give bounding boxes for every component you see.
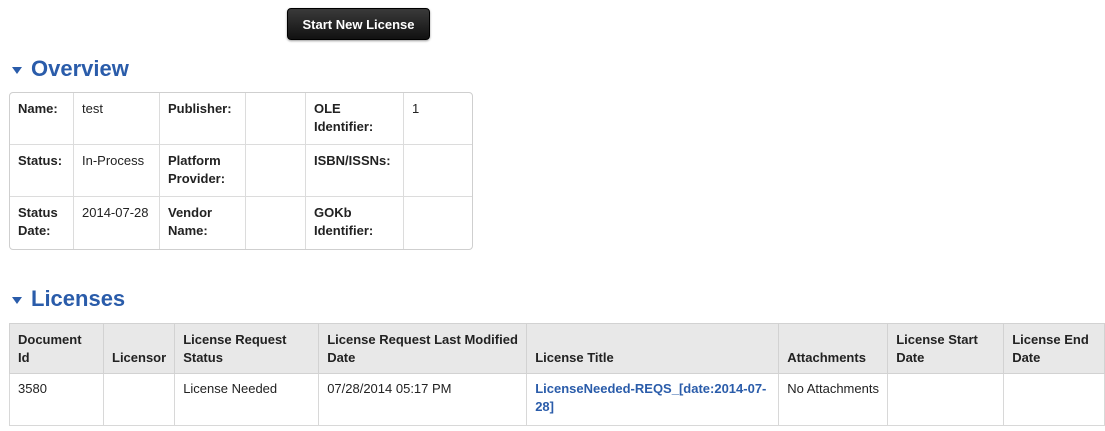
caret-down-icon bbox=[12, 66, 22, 74]
table-row: 3580 License Needed 07/28/2014 05:17 PM … bbox=[9, 373, 1105, 426]
licenses-title: Licenses bbox=[31, 286, 126, 311]
cell-license-start-date bbox=[887, 373, 1005, 426]
cell-document-id: 3580 bbox=[9, 373, 104, 426]
vendor-name-value bbox=[246, 197, 306, 249]
overview-row: Status Date: 2014-07-28 Vendor Name: GOK… bbox=[10, 197, 472, 249]
name-value: test bbox=[74, 93, 160, 145]
col-license-start-date[interactable]: License Start Date bbox=[887, 323, 1005, 374]
status-date-value: 2014-07-28 bbox=[74, 197, 160, 249]
col-license-request-last-modified[interactable]: License Request Last Modified Date bbox=[318, 323, 528, 374]
license-title-link[interactable]: LicenseNeeded-REQS_[date:2014-07-28] bbox=[535, 381, 766, 414]
isbn-issns-label: ISBN/ISSNs: bbox=[306, 145, 404, 197]
status-label: Status: bbox=[10, 145, 74, 197]
publisher-label: Publisher: bbox=[160, 93, 246, 145]
licenses-header-row: Document Id Licensor License Request Sta… bbox=[9, 323, 1105, 374]
page: Start New License Overview Name: test Pu… bbox=[0, 0, 1105, 431]
col-license-request-status[interactable]: License Request Status bbox=[174, 323, 320, 374]
overview-title: Overview bbox=[31, 56, 129, 81]
cell-license-end-date bbox=[1003, 373, 1105, 426]
status-value: In-Process bbox=[74, 145, 160, 197]
licenses-toggle[interactable]: Licenses bbox=[12, 286, 125, 312]
caret-down-icon bbox=[12, 296, 22, 304]
col-licensor[interactable]: Licensor bbox=[102, 323, 176, 374]
start-new-license-button[interactable]: Start New License bbox=[287, 8, 430, 40]
licenses-table: Document Id Licensor License Request Sta… bbox=[9, 323, 1105, 426]
col-attachments[interactable]: Attachments bbox=[778, 323, 889, 374]
col-document-id[interactable]: Document Id bbox=[9, 323, 104, 374]
cell-license-title: LicenseNeeded-REQS_[date:2014-07-28] bbox=[526, 373, 780, 426]
col-license-end-date[interactable]: License End Date bbox=[1003, 323, 1105, 374]
platform-provider-label: Platform Provider: bbox=[160, 145, 246, 197]
gokb-identifier-value bbox=[404, 197, 472, 249]
cell-attachments: No Attachments bbox=[778, 373, 889, 426]
platform-provider-value bbox=[246, 145, 306, 197]
overview-row: Name: test Publisher: OLE Identifier: 1 bbox=[10, 93, 472, 145]
cell-license-request-status: License Needed bbox=[174, 373, 320, 426]
overview-table: Name: test Publisher: OLE Identifier: 1 … bbox=[9, 92, 473, 250]
overview-toggle[interactable]: Overview bbox=[12, 56, 129, 82]
ole-identifier-value: 1 bbox=[404, 93, 472, 145]
publisher-value bbox=[246, 93, 306, 145]
gokb-identifier-label: GOKb Identifier: bbox=[306, 197, 404, 249]
status-date-label: Status Date: bbox=[10, 197, 74, 249]
isbn-issns-value bbox=[404, 145, 472, 197]
overview-row: Status: In-Process Platform Provider: IS… bbox=[10, 145, 472, 197]
cell-licensor bbox=[102, 373, 176, 426]
vendor-name-label: Vendor Name: bbox=[160, 197, 246, 249]
ole-identifier-label: OLE Identifier: bbox=[306, 93, 404, 145]
col-license-title[interactable]: License Title bbox=[526, 323, 780, 374]
name-label: Name: bbox=[10, 93, 74, 145]
cell-license-request-last-modified: 07/28/2014 05:17 PM bbox=[318, 373, 528, 426]
